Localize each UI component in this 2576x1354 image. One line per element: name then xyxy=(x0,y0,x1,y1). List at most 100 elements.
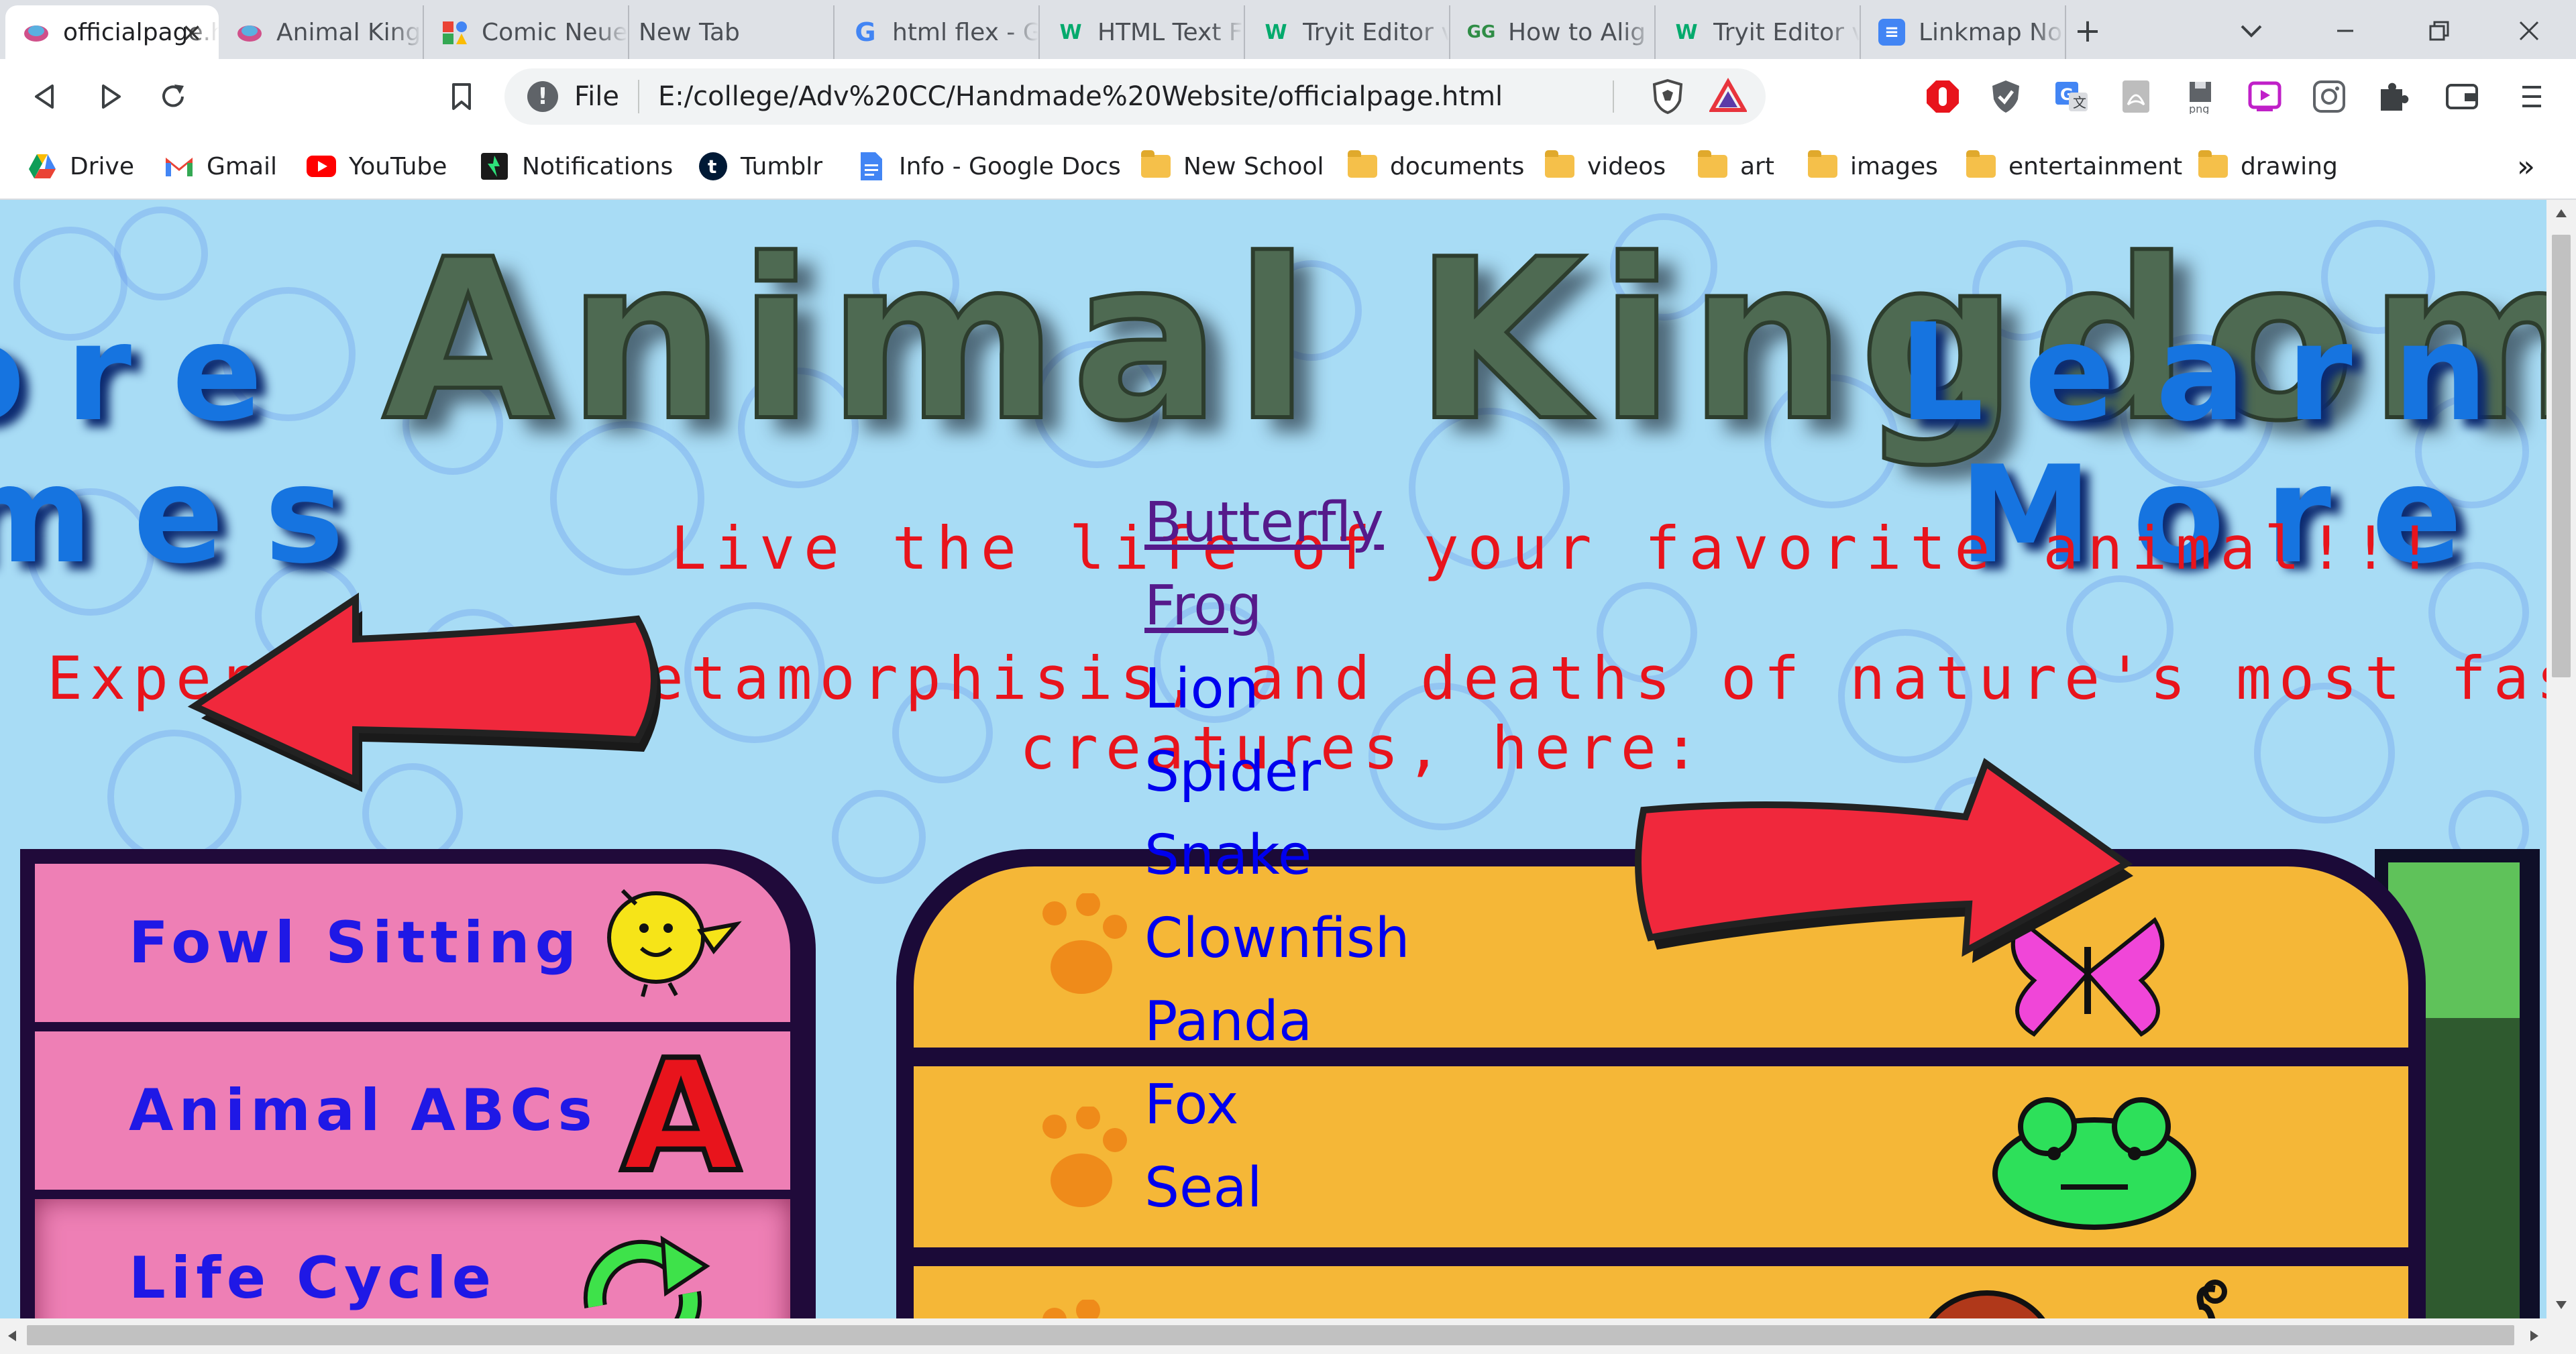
reload-icon xyxy=(162,84,184,107)
extensions-puzzle-icon[interactable] xyxy=(2371,74,2416,119)
tab-how-to-align[interactable]: GG How to Alig xyxy=(1450,5,1656,59)
bookmark-label: Notifications xyxy=(522,152,674,180)
cycle-arrows-icon xyxy=(569,1226,716,1318)
animal-link-lion[interactable]: Lion xyxy=(1144,648,1410,731)
bookmark-label: art xyxy=(1740,152,1774,180)
close-tab-icon[interactable]: × xyxy=(178,17,205,47)
tab-search-icon[interactable] xyxy=(2227,7,2275,55)
animal-link-butterfly[interactable]: Butterfly xyxy=(1144,482,1410,565)
tab-animal-kingdom[interactable]: Animal Kingdom xyxy=(219,5,424,59)
translate-icon[interactable]: G文 xyxy=(2049,74,2094,119)
new-tab-button[interactable]: + xyxy=(2063,7,2112,55)
favicon-icon xyxy=(236,19,263,46)
folder-icon xyxy=(1966,150,1996,182)
animal-row-lion[interactable] xyxy=(914,1266,2408,1318)
animal-link-spider[interactable]: Spider xyxy=(1144,731,1410,814)
scroll-down-icon[interactable] xyxy=(2555,1300,2568,1310)
back-button[interactable] xyxy=(21,72,70,121)
horizontal-scroll-thumb[interactable] xyxy=(27,1325,2514,1345)
animal-link-seal[interactable]: Seal xyxy=(1144,1147,1410,1230)
menu-item-animal-abcs[interactable]: Animal ABCs A xyxy=(35,1025,790,1209)
shield-check-icon[interactable] xyxy=(1983,74,2029,119)
folder-icon xyxy=(1140,150,1171,182)
animal-link-list: Butterfly Frog Lion Spider Snake Clownfi… xyxy=(1144,482,1410,1230)
scroll-left-icon[interactable] xyxy=(7,1329,17,1343)
notifications-icon xyxy=(479,151,510,182)
tab-linkmap[interactable]: ≡ Linkmap No xyxy=(1861,5,2066,59)
bookmark-label: New School xyxy=(1183,152,1324,180)
bookmark-info-google-docs[interactable]: Info - Google Docs xyxy=(856,149,1121,184)
forward-button[interactable] xyxy=(86,72,134,121)
animal-link-fox[interactable]: Fox xyxy=(1144,1064,1410,1147)
address-url[interactable]: E:/college/Adv%20CC/Handmade%20Website/o… xyxy=(658,81,1503,112)
reload-button[interactable] xyxy=(149,72,197,121)
bookmark-label: documents xyxy=(1390,152,1525,180)
tab-title: How to Alig xyxy=(1508,18,1646,46)
bookmark-gmail[interactable]: Gmail xyxy=(164,149,277,184)
bookmark-notifications[interactable]: Notifications xyxy=(479,149,673,184)
bookmark-folder-documents[interactable]: documents xyxy=(1347,149,1524,184)
vertical-scrollbar[interactable] xyxy=(2546,200,2576,1318)
animal-row-frog[interactable] xyxy=(914,1066,2408,1247)
animal-link-snake[interactable]: Snake xyxy=(1144,814,1410,897)
bookmark-folder-entertainment[interactable]: entertainment xyxy=(1966,149,2182,184)
tab-tryit-editor-1[interactable]: W Tryit Editor v xyxy=(1245,5,1450,59)
tab-officialpage[interactable]: officialpage.html × xyxy=(5,5,219,59)
bookmark-folder-art[interactable]: art xyxy=(1697,149,1774,184)
paw-icon xyxy=(1028,1298,1142,1318)
tab-tryit-editor-2[interactable]: W Tryit Editor v xyxy=(1656,5,1861,59)
folder-icon xyxy=(1347,150,1378,182)
explore-games-banner-line2[interactable]: mes xyxy=(0,437,384,594)
vertical-scroll-thumb[interactable] xyxy=(2552,235,2571,677)
bookmark-folder-videos[interactable]: videos xyxy=(1544,149,1666,184)
bookmark-label: drawing xyxy=(2241,152,2338,180)
close-window-icon[interactable] xyxy=(2505,7,2553,55)
left-arrow-icon[interactable] xyxy=(154,585,691,800)
bookmarks-overflow-button[interactable]: » xyxy=(2517,149,2535,184)
minimize-icon[interactable] xyxy=(2321,7,2369,55)
bookmark-button[interactable] xyxy=(437,72,486,121)
google-fonts-icon xyxy=(441,19,468,46)
geeksforgeeks-icon: GG xyxy=(1466,22,1496,42)
bookmark-label: entertainment xyxy=(2008,152,2183,180)
menu-item-life-cycle[interactable]: Life Cycle xyxy=(35,1199,790,1318)
adblock-icon[interactable] xyxy=(1920,74,1966,119)
brave-rewards-icon[interactable] xyxy=(1708,77,1748,118)
bookmark-folder-new-school[interactable]: New School xyxy=(1140,149,1324,184)
tab-html-text[interactable]: W HTML Text F xyxy=(1040,5,1245,59)
restore-icon[interactable] xyxy=(2415,7,2463,55)
bookmark-folder-drawing[interactable]: drawing xyxy=(2198,149,2338,184)
horizontal-scrollbar[interactable] xyxy=(0,1318,2576,1354)
bookmark-tumblr[interactable]: t Tumblr xyxy=(698,149,822,184)
animal-link-panda[interactable]: Panda xyxy=(1144,980,1410,1064)
bookmark-folder-images[interactable]: images xyxy=(1807,149,1938,184)
tab-html-flex[interactable]: G html flex - G xyxy=(835,5,1040,59)
scroll-up-icon[interactable] xyxy=(2555,208,2568,219)
bookmark-icon xyxy=(452,83,471,110)
menu-icon[interactable] xyxy=(2509,74,2555,119)
brave-shield-icon[interactable] xyxy=(1649,78,1686,118)
tab-comic-neue[interactable]: Comic Neue xyxy=(424,5,629,59)
screen-recorder-icon[interactable] xyxy=(2242,74,2288,119)
folder-icon xyxy=(1544,150,1575,182)
animal-link-frog[interactable]: Frog xyxy=(1144,565,1410,648)
acrobat-icon[interactable] xyxy=(2113,74,2159,119)
camera-extension-icon[interactable] xyxy=(2306,74,2352,119)
bookmark-youtube[interactable]: YouTube xyxy=(306,149,447,184)
site-info-icon[interactable]: ! xyxy=(527,81,558,112)
menu-item-fowl-sitting[interactable]: Fowl Sitting xyxy=(35,864,790,1022)
w3schools-icon: W xyxy=(1265,20,1287,44)
png-save-icon[interactable]: png xyxy=(2178,74,2223,119)
scroll-right-icon[interactable] xyxy=(2529,1329,2540,1343)
tab-new-tab[interactable]: New Tab xyxy=(629,5,835,59)
address-bar[interactable]: ! File E:/college/Adv%20CC/Handmade%20We… xyxy=(504,68,1766,125)
wallet-icon[interactable] xyxy=(2439,74,2485,119)
bookmark-label: Tumblr xyxy=(741,152,823,180)
explore-games-banner-line1[interactable]: ore xyxy=(0,295,303,451)
bookmark-label: Drive xyxy=(70,152,134,180)
learn-more-banner-line1[interactable]: Learn xyxy=(1898,295,2528,451)
animal-link-clownfish[interactable]: Clownfish xyxy=(1144,897,1410,980)
right-arrow-icon[interactable] xyxy=(1630,756,2140,971)
menu-item-label: Fowl Sitting xyxy=(129,909,582,976)
bookmark-drive[interactable]: Drive xyxy=(27,149,134,184)
